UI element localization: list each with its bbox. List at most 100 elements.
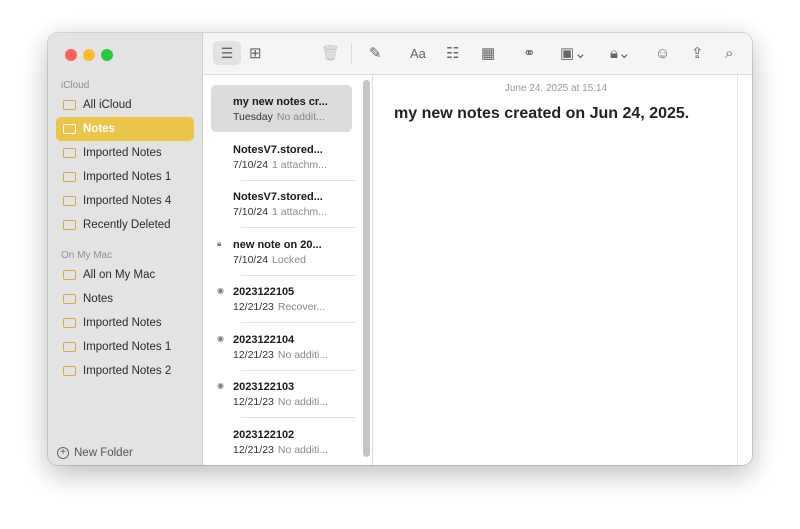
- notes-list-scrollbar[interactable]: [363, 80, 370, 457]
- folder-icon: [63, 148, 76, 158]
- sidebar-item-label: Imported Notes 1: [83, 341, 172, 353]
- share-button[interactable]: ⇪: [691, 45, 704, 63]
- sidebar-item-label: Imported Notes 2: [83, 365, 172, 377]
- table-button[interactable]: ▦: [481, 45, 495, 63]
- folder-icon: [63, 318, 76, 328]
- note-title: NotesV7.stored...: [233, 144, 323, 156]
- on-my-mac-header: On My Mac: [61, 250, 113, 261]
- note-heading: my new notes created on Jun 24, 2025.: [394, 105, 690, 122]
- sidebar-item-mac-imported-notes[interactable]: Imported Notes: [56, 311, 194, 335]
- note-date: 7/10/24: [233, 254, 269, 266]
- note-title: 2023122105: [233, 286, 295, 298]
- trash-icon[interactable]: 🗑︎: [321, 45, 340, 63]
- icloud-header: iCloud: [61, 80, 90, 91]
- sidebar-item-mac-notes[interactable]: Notes: [56, 287, 194, 311]
- note-item[interactable]: ◉ 2023122104 12/21/23 No additi...: [211, 323, 356, 371]
- note-preview: Locked: [272, 254, 306, 266]
- note-date: Tuesday: [233, 111, 273, 123]
- zoom-button[interactable]: [101, 49, 113, 61]
- sidebar-item-notes[interactable]: Notes: [56, 117, 194, 141]
- sidebar-item-label: Imported Notes: [83, 147, 162, 159]
- minimize-button[interactable]: [83, 49, 95, 61]
- note-title: 2023122104: [233, 334, 295, 346]
- search-button[interactable]: ⌕: [725, 45, 733, 63]
- note-date: 12/21/23: [233, 396, 274, 408]
- sidebar-item-label: Notes: [83, 293, 114, 305]
- sidebar-item-all-icloud[interactable]: All iCloud: [56, 93, 194, 117]
- note-date: 12/21/23: [233, 301, 274, 313]
- sidebar-item-imported-notes-4[interactable]: Imported Notes 4: [56, 189, 194, 213]
- folder-icon: [63, 124, 76, 134]
- note-preview: No additi...: [277, 349, 329, 361]
- note-item[interactable]: NotesV7.stored... 7/10/24 1 attachm...: [211, 180, 356, 228]
- shared-icon: ◉: [217, 286, 224, 295]
- folder-icon: [63, 342, 76, 352]
- note-preview: No additi...: [277, 444, 329, 456]
- sidebar-item-mac-imported-notes-2[interactable]: Imported Notes 2: [56, 359, 194, 383]
- window-controls: [65, 49, 113, 61]
- toolbar-divider: [351, 43, 352, 65]
- note-item[interactable]: my new notes cr... Tuesday No addit...: [211, 85, 352, 132]
- sidebar-item-imported-notes[interactable]: Imported Notes: [56, 141, 194, 165]
- close-button[interactable]: [65, 49, 77, 61]
- sidebar-item-mac-imported-notes-1[interactable]: Imported Notes 1: [56, 335, 194, 359]
- lock-button[interactable]: 🔒︎⌄: [610, 45, 631, 63]
- folder-icon: [63, 366, 76, 376]
- note-item[interactable]: NotesV7.stored... 7/10/24 1 attachm...: [211, 133, 356, 181]
- notes-window: iCloud All iCloud Notes Imported Notes I…: [48, 33, 752, 465]
- note-title: NotesV7.stored...: [233, 191, 323, 203]
- gallery-view-button[interactable]: ⊞: [249, 45, 262, 63]
- sidebar-item-label: Notes: [83, 123, 115, 135]
- note-item[interactable]: ◉ 2023122105 12/21/23 Recover...: [211, 275, 356, 323]
- sidebar-item-all-on-my-mac[interactable]: All on My Mac: [56, 263, 194, 287]
- compose-button[interactable]: ✎: [369, 45, 382, 63]
- note-date: 7/10/24: [233, 206, 269, 218]
- sidebar-item-label: All iCloud: [83, 99, 132, 111]
- folder-icon: [63, 100, 76, 110]
- note-date: 12/21/23: [233, 349, 274, 361]
- sidebar-item-label: Imported Notes: [83, 317, 162, 329]
- folder-icon: [63, 270, 76, 280]
- note-preview: Recover...: [277, 301, 326, 313]
- note-timestamp: June 24, 2025 at 15:14: [504, 83, 608, 94]
- checklist-button[interactable]: ☷: [446, 45, 459, 63]
- toolbar: ☰ ⊞ 🗑︎ ✎ Aa ☷ ▦ ⚭ ▣⌄ 🔒︎⌄ ☺ ⇪ ⌕: [203, 33, 752, 75]
- note-preview: 1 attachm...: [272, 206, 327, 218]
- note-item[interactable]: 2023122102 12/21/23 No additi...: [211, 418, 352, 465]
- folder-icon: [63, 196, 76, 206]
- format-button[interactable]: Aa: [410, 45, 426, 63]
- sidebar: iCloud All iCloud Notes Imported Notes I…: [48, 33, 203, 465]
- sidebar-item-recently-deleted[interactable]: Recently Deleted: [56, 213, 194, 237]
- lock-icon: 🔒︎: [217, 239, 222, 248]
- media-button[interactable]: ▣⌄: [560, 45, 587, 63]
- link-button[interactable]: ⚭: [523, 45, 536, 63]
- note-title: my new notes cr...: [233, 96, 328, 108]
- notes-list: my new notes cr... Tuesday No addit... Not…: [203, 75, 373, 465]
- note-editor[interactable]: June 24, 2025 at 15:14 my new notes crea…: [374, 75, 752, 465]
- note-preview: No additi...: [277, 396, 329, 408]
- sidebar-item-label: Imported Notes 1: [83, 171, 172, 183]
- shared-icon: ◉: [217, 334, 224, 343]
- folder-icon: [63, 220, 76, 230]
- note-item[interactable]: ◉ 2023122103 12/21/23 No additi...: [211, 370, 356, 418]
- sidebar-item-label: Imported Notes 4: [83, 195, 172, 207]
- note-preview: 1 attachm...: [272, 159, 327, 171]
- folder-icon: [63, 172, 76, 182]
- plus-circle-icon: +: [57, 447, 69, 459]
- folder-icon: [63, 294, 76, 304]
- sidebar-item-label: Recently Deleted: [83, 219, 171, 231]
- note-title: new note on 20...: [233, 239, 322, 251]
- new-folder-button[interactable]: + New Folder: [57, 447, 133, 459]
- note-date: 12/21/23: [233, 444, 274, 456]
- new-folder-label: New Folder: [74, 447, 133, 459]
- note-date: 7/10/24: [233, 159, 269, 171]
- sidebar-item-label: All on My Mac: [83, 269, 156, 281]
- collaborate-button[interactable]: ☺: [655, 45, 670, 63]
- note-title: 2023122102: [233, 429, 295, 441]
- note-preview: No addit...: [276, 111, 325, 123]
- editor-scroll-track: [737, 75, 738, 465]
- shared-icon: ◉: [217, 381, 224, 390]
- list-view-button[interactable]: ☰: [213, 41, 241, 65]
- note-item[interactable]: 🔒︎ new note on 20... 7/10/24 Locked: [211, 228, 356, 276]
- sidebar-item-imported-notes-1[interactable]: Imported Notes 1: [56, 165, 194, 189]
